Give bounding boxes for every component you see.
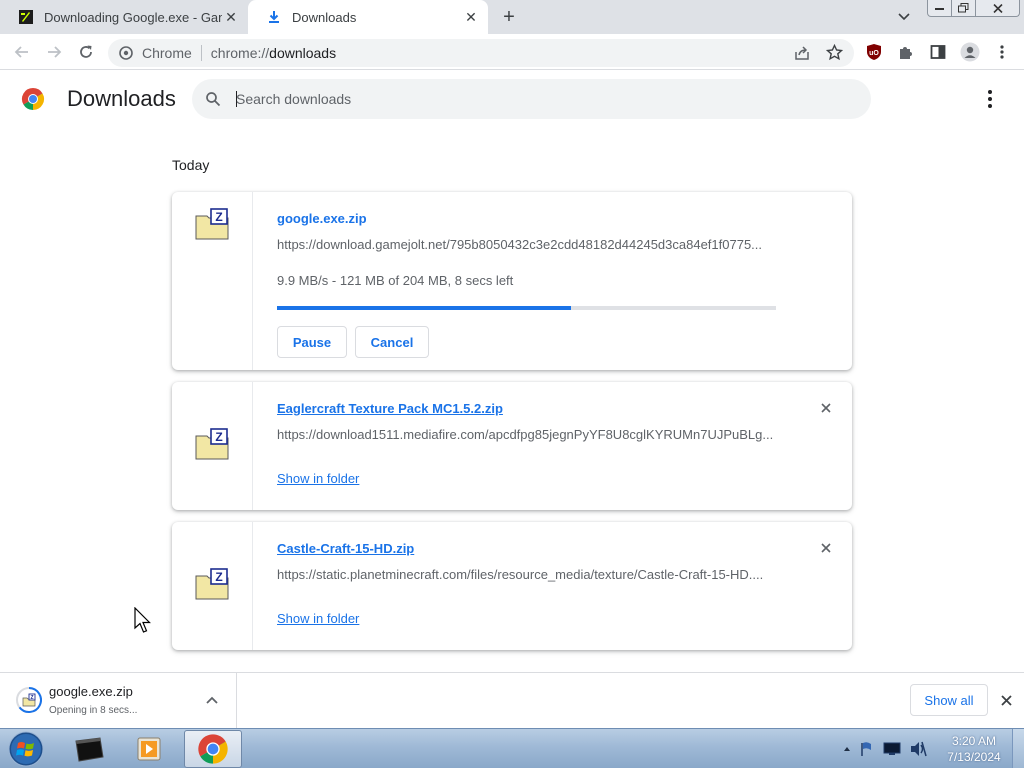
action-center-flag-icon[interactable] [859,741,875,757]
download-icon [266,9,282,25]
close-window-button[interactable] [976,0,1020,17]
download-item: Z Eaglercraft Texture Pack MC1.5.2.zip h… [172,382,852,510]
close-tab-icon[interactable]: ✕ [462,8,480,26]
show-in-folder-link[interactable]: Show in folder [277,471,359,486]
mouse-cursor-icon [134,607,151,633]
toolbar: Chrome chrome://downloads uO [0,34,1024,70]
pause-button[interactable]: Pause [277,326,347,358]
start-button-windows-icon[interactable] [6,730,46,768]
svg-text:Z: Z [215,210,222,224]
profile-avatar-icon[interactable] [959,41,981,63]
back-button[interactable] [10,41,34,63]
chrome-site-icon[interactable] [118,45,134,61]
download-progress-status: 9.9 MB/s - 121 MB of 204 MB, 8 secs left [277,273,514,288]
bookmark-star-icon[interactable] [825,43,843,61]
show-all-button[interactable]: Show all [910,684,988,716]
download-item: Z Castle-Craft-15-HD.zip https://static.… [172,522,852,650]
download-filename[interactable]: google.exe.zip [277,211,367,226]
svg-text:Z: Z [30,695,33,701]
download-source-url[interactable]: https://static.planetminecraft.com/files… [277,567,777,582]
chrome-logo-icon [21,88,45,110]
tab-search-chevron-icon[interactable] [894,8,914,26]
windows-taskbar: 3:20 AM 7/13/2024 [0,728,1024,768]
forward-button[interactable] [42,41,66,63]
show-hidden-icons-icon[interactable] [843,746,851,752]
black-window-app-icon [75,737,104,762]
url-text: chrome://downloads [211,45,336,61]
side-panel-icon[interactable] [927,41,949,63]
show-desktop-button[interactable] [1012,729,1024,768]
page-title: Downloads [67,86,176,111]
taskbar-app-window[interactable] [60,730,118,768]
chevron-up-icon[interactable] [204,692,220,708]
downloads-header: Downloads [0,71,1024,127]
download-progress-bar [277,306,776,310]
svg-text:uO: uO [869,50,879,57]
remove-from-list-icon[interactable] [816,398,836,418]
media-player-icon [137,737,161,761]
tab-gamejolt[interactable]: Downloading Google.exe - Game ✕ [0,0,248,34]
search-icon[interactable] [204,90,222,108]
taskbar-chrome[interactable] [184,730,242,768]
zip-file-icon: Z [195,208,229,240]
shelf-download-item[interactable]: Z google.exe.zip Opening in 8 secs... [0,673,237,728]
shelf-filename: google.exe.zip [49,684,133,699]
tab-strip: Downloading Google.exe - Game ✕ Download… [0,0,1024,34]
search-input[interactable] [236,91,836,107]
url-host: downloads [269,45,337,61]
search-downloads-box[interactable] [192,79,871,119]
extensions-puzzle-icon[interactable] [895,41,917,63]
download-filename[interactable]: Castle-Craft-15-HD.zip [277,541,414,556]
download-source-url[interactable]: https://download1511.mediafire.com/apcdf… [277,427,777,442]
zip-file-icon: Z [195,428,229,460]
tab-title: Downloads [292,9,357,25]
download-filename[interactable]: Eaglercraft Texture Pack MC1.5.2.zip [277,401,503,416]
reload-button[interactable] [74,41,98,63]
new-tab-button[interactable]: + [496,6,522,28]
clock-time: 3:20 AM [951,734,997,748]
volume-speaker-icon[interactable] [909,741,927,757]
restore-button[interactable] [952,0,976,17]
zip-file-progress-icon: Z [16,687,42,713]
clock-date: 7/13/2024 [947,750,1001,764]
zip-file-icon: Z [195,568,229,600]
download-progress-fill [277,306,572,310]
address-bar[interactable]: Chrome chrome://downloads [108,39,854,67]
window-controls [927,0,1020,17]
ublock-origin-icon[interactable]: uO [863,41,885,63]
cancel-button[interactable]: Cancel [355,326,429,358]
taskbar-clock[interactable]: 3:20 AM 7/13/2024 [940,733,1008,765]
chrome-taskbar-icon [198,734,228,764]
show-in-folder-link[interactable]: Show in folder [277,611,359,626]
download-shelf: Z google.exe.zip Opening in 8 secs... Sh… [0,672,1024,728]
svg-text:Z: Z [215,570,222,584]
file-icon-column: Z [172,522,253,650]
download-source-url[interactable]: https://download.gamejolt.net/795b805043… [277,237,777,252]
file-icon-column: Z [172,382,253,510]
minimize-button[interactable] [927,0,952,17]
svg-text:Z: Z [215,430,222,444]
close-shelf-icon[interactable] [996,690,1016,710]
chrome-menu-icon[interactable] [991,41,1013,63]
taskbar-media-player[interactable] [120,730,178,768]
url-scheme: chrome:// [210,45,270,61]
shelf-status: Opening in 8 secs... [49,705,138,716]
file-icon-column: Z [172,192,253,370]
tab-title: Downloading Google.exe - Game [44,9,222,25]
download-item: Z google.exe.zip https://download.gamejo… [172,192,852,370]
omnibox-separator [200,45,202,61]
site-label: Chrome [142,45,192,61]
gamejolt-icon [18,9,34,25]
close-tab-icon[interactable]: ✕ [222,8,240,26]
date-section-label: Today [172,157,210,173]
share-icon[interactable] [793,44,811,62]
network-monitor-icon[interactable] [883,741,901,757]
remove-from-list-icon[interactable] [816,538,836,558]
system-tray [843,739,927,759]
more-actions-icon[interactable] [982,89,998,109]
tab-downloads[interactable]: Downloads ✕ [248,0,488,34]
